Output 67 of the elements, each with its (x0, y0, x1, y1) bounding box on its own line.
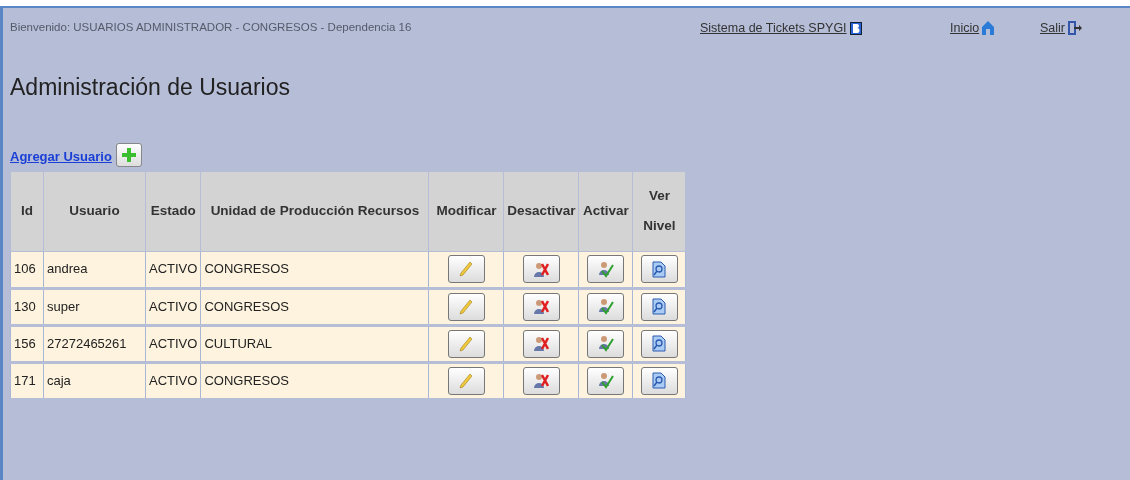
view-button[interactable] (640, 255, 678, 283)
page-title: Administración de Usuarios (10, 73, 291, 102)
table-cell: super (43, 288, 146, 325)
home-icon (982, 21, 995, 35)
user-check-icon (597, 298, 614, 315)
column-header: Modificar (428, 171, 504, 251)
user-cross-icon (533, 260, 550, 278)
document-search-icon (652, 298, 667, 315)
pencil-icon (459, 372, 474, 389)
column-header: Usuario (43, 171, 146, 251)
column-header: Ver Nivel (632, 171, 686, 251)
table-cell: 27272465261 (43, 325, 146, 362)
table-cell: CULTURAL (200, 325, 429, 362)
header-link[interactable]: Inicio (950, 18, 1040, 38)
exit-icon (1068, 21, 1082, 35)
deactivate-button[interactable] (522, 255, 560, 283)
welcome-text: Bienvenido: USUARIOS ADMINISTRADOR - CONGRESOS - Dependencia 16 (10, 20, 413, 36)
table-cell: CONGRESOS (200, 251, 429, 288)
user-cross-icon (533, 335, 550, 352)
table-cell: 171 (10, 362, 44, 399)
activate-button[interactable] (587, 329, 625, 358)
user-check-icon (597, 260, 614, 278)
header-link[interactable]: Salir (1040, 18, 1100, 38)
table-cell: ACTIVO (145, 325, 201, 362)
user-cross-icon (533, 298, 550, 315)
plus-icon (121, 147, 136, 162)
view-button[interactable] (640, 366, 678, 395)
column-header: Desactivar (503, 171, 579, 251)
view-button[interactable] (640, 329, 678, 358)
document-search-icon (652, 372, 667, 389)
table-cell: CONGRESOS (200, 288, 429, 325)
table-cell: 130 (10, 288, 44, 325)
deactivate-button[interactable] (522, 366, 560, 395)
column-header: Id (10, 171, 44, 251)
activate-button[interactable] (587, 366, 625, 395)
add-button[interactable] (115, 142, 142, 167)
table-cell: CONGRESOS (200, 362, 429, 399)
letter-b-icon (849, 21, 862, 35)
pencil-icon (459, 261, 474, 277)
table-cell: ACTIVO (145, 288, 201, 325)
header-link[interactable]: Sistema de Tickets SPYGI (700, 18, 950, 38)
user-check-icon (597, 372, 614, 389)
activate-button[interactable] (587, 255, 625, 283)
edit-button[interactable] (447, 329, 485, 358)
activate-button[interactable] (587, 292, 625, 321)
column-header: Estado (145, 171, 201, 251)
deactivate-button[interactable] (522, 329, 560, 358)
user-cross-icon (533, 372, 550, 389)
document-search-icon (652, 260, 667, 278)
table-cell: caja (43, 362, 146, 399)
user-check-icon (597, 335, 614, 352)
pencil-icon (459, 298, 474, 315)
table-cell: ACTIVO (145, 251, 201, 288)
column-header: Activar (578, 171, 633, 251)
table-cell: 156 (10, 325, 44, 362)
edit-button[interactable] (447, 255, 485, 283)
add-user-link[interactable]: Agregar Usuario (10, 147, 112, 167)
deactivate-button[interactable] (522, 292, 560, 321)
edit-button[interactable] (447, 292, 485, 321)
table-cell: 106 (10, 251, 44, 288)
pencil-icon (459, 335, 474, 352)
table-cell: andrea (43, 251, 146, 288)
column-header: Unidad de Producción Recursos (200, 171, 429, 251)
edit-button[interactable] (447, 366, 485, 395)
view-button[interactable] (640, 292, 678, 321)
table-cell: ACTIVO (145, 362, 201, 399)
document-search-icon (652, 335, 667, 352)
